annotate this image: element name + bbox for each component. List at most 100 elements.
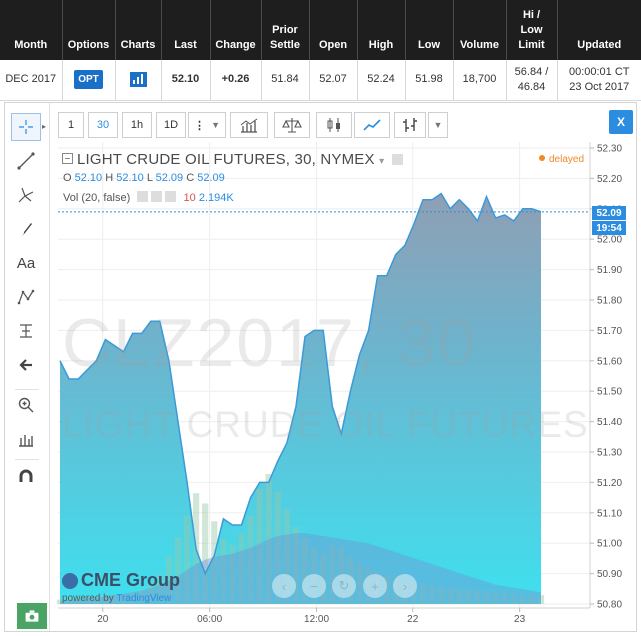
toolbar-divider [15, 459, 39, 460]
settings-icon[interactable] [151, 191, 163, 202]
crosshair-tool[interactable] [11, 113, 41, 141]
text-tool[interactable]: Aa [11, 249, 41, 277]
price-tick-label: 51.20 [597, 478, 622, 489]
chevron-down-icon[interactable]: ▾ [379, 156, 384, 167]
time-tick-label: 22 [407, 614, 419, 625]
volume-label: Vol (20, false) [63, 192, 131, 204]
chevron-down-icon: ▼ [211, 120, 221, 130]
settings-icon[interactable] [391, 154, 403, 165]
ruler-icon [20, 324, 32, 338]
price-tick-label: 52.20 [597, 174, 622, 185]
chevron-right-icon[interactable]: ▸ [42, 122, 46, 131]
trend-line-icon [17, 152, 35, 170]
price-tick-label: 51.00 [597, 539, 622, 550]
magnet-icon [19, 469, 33, 482]
last-price-badge: 52.09 [592, 206, 626, 220]
name-watermark: LIGHT CRUDE OIL FUTURES [62, 404, 589, 445]
time-tick-label: 06:00 [197, 614, 222, 625]
price-tick-label: 51.40 [597, 417, 622, 428]
ohlc-high: 52.10 [116, 172, 144, 184]
pattern-icon [17, 289, 35, 305]
close-icon[interactable] [165, 191, 177, 202]
page-root: Month Options Charts Last Change Prior Se… [0, 0, 641, 636]
pitchfork-tool[interactable] [11, 181, 41, 209]
price-tick-label: 51.50 [597, 387, 622, 398]
pitchfork-icon [18, 187, 34, 203]
close-chart-button[interactable]: X [609, 110, 633, 134]
chevron-down-icon: ▼ [433, 120, 443, 130]
pattern-tool[interactable] [11, 283, 41, 311]
legend-title[interactable]: LIGHT CRUDE OIL FUTURES, 30, NYMEX ▾ [62, 151, 403, 168]
trend-line-tool[interactable] [11, 147, 41, 175]
text-icon: Aa [16, 254, 36, 272]
legend-title-text: LIGHT CRUDE OIL FUTURES, 30, NYMEX [77, 151, 375, 168]
globe-icon [62, 572, 78, 589]
scale-icon [282, 118, 302, 133]
price-tick-label: 51.60 [597, 356, 622, 367]
measure-bars-icon [19, 435, 33, 447]
zoom-out-button[interactable]: − [302, 574, 326, 598]
chart-type-dropdown[interactable]: ▼ [428, 112, 448, 138]
collapse-icon[interactable] [62, 153, 73, 164]
volume-value-a: 10 [183, 192, 196, 204]
area-chart-button[interactable] [354, 112, 390, 138]
cme-branding[interactable]: CME Group powered by TradingView [62, 570, 180, 604]
drawing-toolbar: ▸ Aa [5, 103, 50, 631]
ohlc-low: 52.09 [155, 172, 184, 184]
remove-drawings-tool[interactable] [11, 351, 41, 379]
price-tick-label: 51.90 [597, 265, 622, 276]
dot-icon [539, 155, 545, 161]
interval-30-button[interactable]: 30 [88, 112, 118, 138]
zoom-tool[interactable] [11, 391, 41, 419]
eye-icon[interactable] [137, 191, 149, 202]
crosshair-icon [19, 120, 33, 134]
price-tick-label: 51.10 [597, 508, 622, 519]
snapshot-button[interactable] [17, 603, 47, 629]
price-tick-label: 52.00 [597, 235, 622, 246]
interval-1d-button[interactable]: 1D [156, 112, 186, 138]
legend-ohlc: O 52.10 H 52.10 L 52.09 C 52.09 [63, 172, 225, 184]
indicators-icon [240, 118, 258, 133]
scroll-right-button[interactable]: › [393, 574, 417, 598]
measure-bars-tool[interactable] [11, 425, 41, 453]
time-tick-label: 23 [514, 614, 526, 625]
magnet-tool[interactable] [11, 463, 41, 491]
measure-tool[interactable] [11, 317, 41, 345]
last-time-badge: 19:54 [592, 221, 626, 235]
time-tick-label: 20 [97, 614, 109, 625]
volume-value-b: 2.194K [198, 192, 234, 204]
price-tick-label: 51.80 [597, 296, 622, 307]
more-intervals-button[interactable]: ⋮ ▼ [188, 112, 226, 138]
brush-icon [20, 223, 32, 236]
interval-1h-button[interactable]: 1h [122, 112, 152, 138]
toolbar-divider [15, 389, 39, 390]
ohlc-bars-icon [403, 118, 417, 132]
reset-button[interactable]: ↻ [332, 574, 356, 598]
scroll-left-button[interactable]: ‹ [272, 574, 296, 598]
time-axis[interactable]: 20 06:00 12:00 22 23 [97, 608, 526, 625]
legend-volume[interactable]: Vol (20, false) 10 2.194K [63, 191, 234, 204]
compare-button[interactable] [274, 112, 310, 138]
ohlc-open: 52.10 [74, 172, 103, 184]
delayed-indicator: delayed [539, 154, 584, 165]
powered-by[interactable]: powered by TradingView [62, 593, 180, 604]
candlestick-icon [327, 118, 340, 132]
indicators-button[interactable] [230, 112, 268, 138]
price-tick-label: 51.70 [597, 326, 622, 337]
more-vertical-icon: ⋮ [193, 119, 205, 132]
price-tick-label: 52.30 [597, 144, 622, 155]
ohlc-close: 52.09 [197, 172, 225, 184]
zoom-in-button[interactable]: + [363, 574, 387, 598]
area-chart-icon [363, 119, 381, 131]
symbol-watermark: CLZ2017, 30 [62, 305, 478, 381]
magnifier-icon [18, 397, 34, 413]
bars-button[interactable] [394, 112, 426, 138]
camera-icon [25, 610, 39, 622]
price-tick-label: 50.80 [597, 600, 622, 611]
price-tick-label: 50.90 [597, 569, 622, 580]
time-tick-label: 12:00 [304, 614, 329, 625]
brush-tool[interactable] [11, 215, 41, 243]
arrow-left-icon [19, 359, 32, 371]
interval-1-button[interactable]: 1 [58, 112, 84, 138]
candles-button[interactable] [316, 112, 352, 138]
